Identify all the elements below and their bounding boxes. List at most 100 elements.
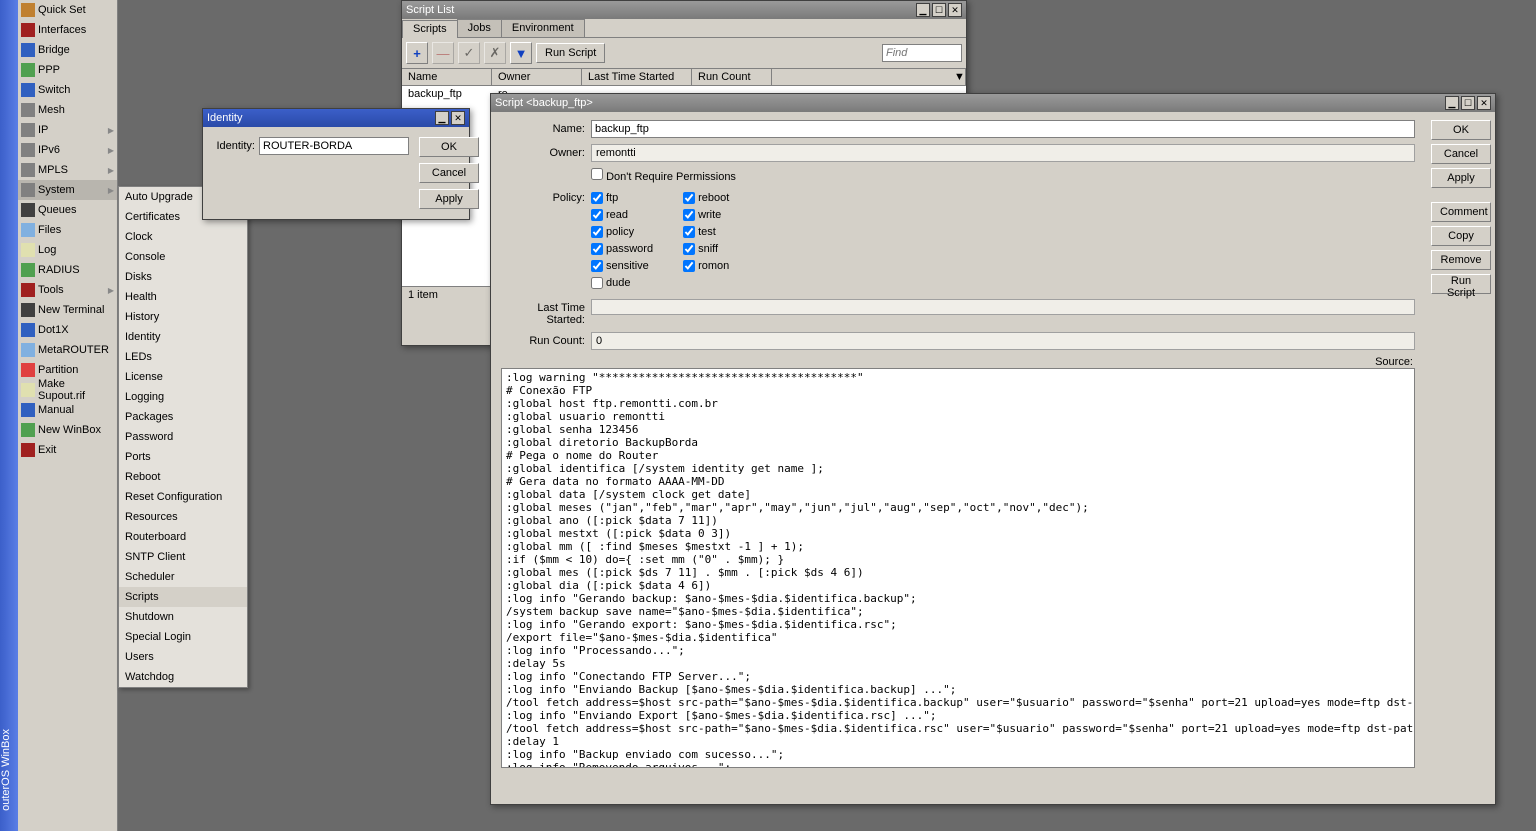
run-script-button[interactable]: Run Script: [536, 43, 605, 63]
submenu-item-clock[interactable]: Clock: [119, 227, 247, 247]
maximize-icon[interactable]: ☐: [932, 3, 946, 17]
close-icon[interactable]: ✕: [451, 111, 465, 125]
sidebar-item-system[interactable]: System▶: [18, 180, 117, 200]
submenu-item-identity[interactable]: Identity: [119, 327, 247, 347]
sidebar-item-ppp[interactable]: PPP: [18, 60, 117, 80]
submenu-item-resources[interactable]: Resources: [119, 507, 247, 527]
sidebar-item-ipv6[interactable]: IPv6▶: [18, 140, 117, 160]
sidebar-item-quick-set[interactable]: Quick Set: [18, 0, 117, 20]
identity-titlebar[interactable]: Identity ▁ ✕: [203, 109, 469, 127]
submenu-item-health[interactable]: Health: [119, 287, 247, 307]
sidebar-item-metarouter[interactable]: MetaROUTER: [18, 340, 117, 360]
disable-button[interactable]: ✗: [484, 42, 506, 64]
sidebar-item-make-supout.rif[interactable]: Make Supout.rif: [18, 380, 117, 400]
apply-button[interactable]: Apply: [1431, 168, 1491, 188]
sidebar-item-queues[interactable]: Queues: [18, 200, 117, 220]
source-textarea[interactable]: [501, 368, 1415, 768]
submenu-item-special-login[interactable]: Special Login: [119, 627, 247, 647]
add-button[interactable]: +: [406, 42, 428, 64]
sidebar-item-exit[interactable]: Exit: [18, 440, 117, 460]
policy-reboot-checkbox[interactable]: reboot: [683, 189, 729, 206]
policy-sniff-checkbox[interactable]: sniff: [683, 240, 729, 257]
comment-button[interactable]: Comment: [1431, 202, 1491, 222]
submenu-item-logging[interactable]: Logging: [119, 387, 247, 407]
close-icon[interactable]: ✕: [948, 3, 962, 17]
script-list-titlebar[interactable]: Script List ▁ ☐ ✕: [402, 1, 966, 19]
sidebar-item-log[interactable]: Log: [18, 240, 117, 260]
enable-button[interactable]: ✓: [458, 42, 480, 64]
filter-button[interactable]: ▼: [510, 42, 532, 64]
submenu-item-shutdown[interactable]: Shutdown: [119, 607, 247, 627]
sidebar-item-interfaces[interactable]: Interfaces: [18, 20, 117, 40]
minimize-icon[interactable]: ▁: [1445, 96, 1459, 110]
submenu-item-routerboard[interactable]: Routerboard: [119, 527, 247, 547]
column-header[interactable]: Last Time Started: [582, 69, 692, 85]
sidebar-item-partition[interactable]: Partition: [18, 360, 117, 380]
minimize-icon[interactable]: ▁: [916, 3, 930, 17]
identity-input[interactable]: [259, 137, 409, 155]
close-icon[interactable]: ✕: [1477, 96, 1491, 110]
script-list-title: Script List: [406, 4, 916, 16]
sidebar-item-tools[interactable]: Tools▶: [18, 280, 117, 300]
policy-sensitive-checkbox[interactable]: sensitive: [591, 257, 653, 274]
sidebar-item-switch[interactable]: Switch: [18, 80, 117, 100]
copy-button[interactable]: Copy: [1431, 226, 1491, 246]
submenu-item-reboot[interactable]: Reboot: [119, 467, 247, 487]
submenu-item-leds[interactable]: LEDs: [119, 347, 247, 367]
sidebar-item-label: Exit: [38, 444, 56, 456]
submenu-item-scripts[interactable]: Scripts: [119, 587, 247, 607]
find-input[interactable]: [882, 44, 962, 62]
policy-test-checkbox[interactable]: test: [683, 223, 729, 240]
tab-environment[interactable]: Environment: [501, 19, 585, 37]
submenu-item-disks[interactable]: Disks: [119, 267, 247, 287]
submenu-item-sntp-client[interactable]: SNTP Client: [119, 547, 247, 567]
column-header[interactable]: Name: [402, 69, 492, 85]
submenu-item-reset-configuration[interactable]: Reset Configuration: [119, 487, 247, 507]
dont-require-checkbox[interactable]: Don't Require Permissions: [591, 171, 736, 183]
sidebar-item-radius[interactable]: RADIUS: [18, 260, 117, 280]
name-input[interactable]: [591, 120, 1415, 138]
sidebar-item-files[interactable]: Files: [18, 220, 117, 240]
policy-password-checkbox[interactable]: password: [591, 240, 653, 257]
sidebar-item-mesh[interactable]: Mesh: [18, 100, 117, 120]
submenu-item-license[interactable]: License: [119, 367, 247, 387]
policy-ftp-checkbox[interactable]: ftp: [591, 189, 653, 206]
policy-write-checkbox[interactable]: write: [683, 206, 729, 223]
submenu-item-ports[interactable]: Ports: [119, 447, 247, 467]
ok-button[interactable]: OK: [419, 137, 479, 157]
submenu-item-history[interactable]: History: [119, 307, 247, 327]
ok-button[interactable]: OK: [1431, 120, 1491, 140]
run-script-button[interactable]: Run Script: [1431, 274, 1491, 294]
tab-jobs[interactable]: Jobs: [457, 19, 502, 37]
sidebar-item-ip[interactable]: IP▶: [18, 120, 117, 140]
policy-dude-checkbox[interactable]: dude: [591, 274, 653, 291]
sidebar-item-new-winbox[interactable]: New WinBox: [18, 420, 117, 440]
script-edit-titlebar[interactable]: Script <backup_ftp> ▁ ☐ ✕: [491, 94, 1495, 112]
sidebar-item-label: IP: [38, 124, 48, 136]
submenu-item-packages[interactable]: Packages: [119, 407, 247, 427]
policy-policy-checkbox[interactable]: policy: [591, 223, 653, 240]
submenu-item-users[interactable]: Users: [119, 647, 247, 667]
sidebar-item-bridge[interactable]: Bridge: [18, 40, 117, 60]
maximize-icon[interactable]: ☐: [1461, 96, 1475, 110]
column-header[interactable]: Owner: [492, 69, 582, 85]
minimize-icon[interactable]: ▁: [435, 111, 449, 125]
submenu-item-password[interactable]: Password: [119, 427, 247, 447]
policy-romon-checkbox[interactable]: romon: [683, 257, 729, 274]
remove-button[interactable]: —: [432, 42, 454, 64]
submenu-item-console[interactable]: Console: [119, 247, 247, 267]
sidebar-item-manual[interactable]: Manual: [18, 400, 117, 420]
apply-button[interactable]: Apply: [419, 189, 479, 209]
cancel-button[interactable]: Cancel: [1431, 144, 1491, 164]
sidebar-item-new-terminal[interactable]: New Terminal: [18, 300, 117, 320]
sidebar-item-dot1x[interactable]: Dot1X: [18, 320, 117, 340]
remove-button[interactable]: Remove: [1431, 250, 1491, 270]
tab-scripts[interactable]: Scripts: [402, 20, 458, 38]
sidebar-item-mpls[interactable]: MPLS▶: [18, 160, 117, 180]
columns-dropdown-icon[interactable]: ▼: [948, 69, 966, 85]
submenu-item-scheduler[interactable]: Scheduler: [119, 567, 247, 587]
policy-read-checkbox[interactable]: read: [591, 206, 653, 223]
submenu-item-watchdog[interactable]: Watchdog: [119, 667, 247, 687]
column-header[interactable]: Run Count: [692, 69, 772, 85]
cancel-button[interactable]: Cancel: [419, 163, 479, 183]
